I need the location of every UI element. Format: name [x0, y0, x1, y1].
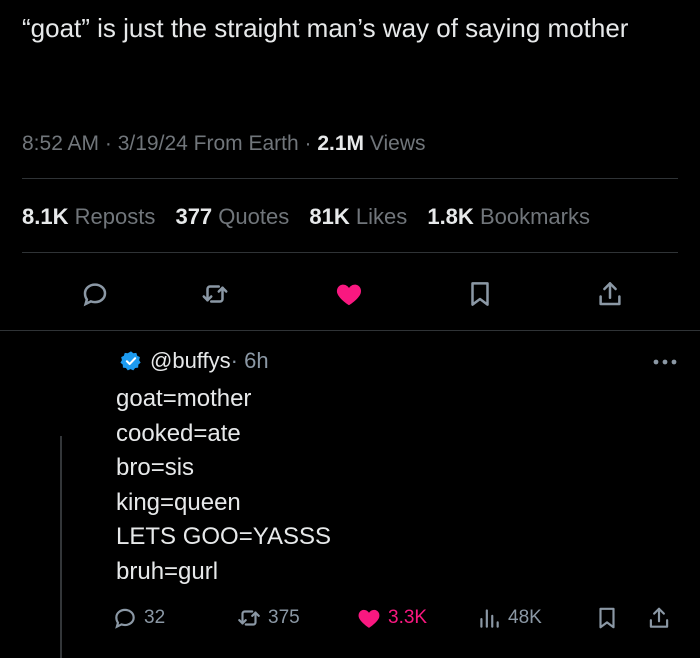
stat-reposts-count: 8.1K — [22, 204, 69, 229]
reply-views-button[interactable]: 48K — [476, 600, 542, 636]
stat-reposts-label: Reposts — [74, 204, 156, 229]
stat-quotes[interactable]: 377 Quotes — [175, 204, 295, 229]
bookmark-icon — [471, 282, 489, 306]
views-count: 2.1M — [317, 132, 365, 155]
bookmark-button[interactable] — [460, 272, 500, 316]
reply-icon — [115, 608, 135, 629]
tweet-text: “goat” is just the straight man’s way of… — [22, 13, 629, 43]
views-count: 48K — [508, 607, 542, 628]
reply-count: 32 — [144, 607, 166, 628]
stat-quotes-count: 377 — [175, 204, 213, 229]
reply-header: @buffys · 6h — [120, 348, 269, 374]
reply-text: goat=mother cooked=ate bro=sis king=quee… — [116, 382, 676, 589]
reply-button[interactable] — [75, 272, 115, 316]
stat-likes-count: 81K — [309, 204, 350, 229]
reply-line: cooked=ate — [116, 419, 241, 447]
more-button[interactable] — [648, 350, 682, 374]
stat-likes[interactable]: 81K Likes — [309, 204, 413, 229]
like-count: 3.3K — [388, 607, 428, 628]
reply-line: goat=mother — [116, 385, 252, 412]
stat-bookmarks-label: Bookmarks — [479, 204, 590, 229]
reply-like-button[interactable]: 3.3K — [356, 600, 427, 636]
stat-bookmarks[interactable]: 1.8K Bookmarks — [427, 204, 590, 229]
repost-button[interactable] — [195, 272, 235, 316]
repost-icon — [238, 610, 260, 626]
stat-likes-label: Likes — [355, 204, 408, 229]
reply-actions: 32 375 3.3K 48K — [0, 600, 700, 636]
like-button[interactable] — [329, 272, 369, 316]
share-button[interactable] — [590, 272, 630, 316]
reply-line: bruh=gurl — [116, 557, 219, 585]
share-icon — [599, 282, 621, 306]
more-icon — [653, 359, 677, 365]
stat-bookmarks-count: 1.8K — [427, 204, 474, 229]
repost-count: 375 — [268, 607, 300, 628]
reply-repost-button[interactable]: 375 — [236, 600, 300, 636]
divider — [22, 252, 678, 253]
share-icon — [649, 607, 669, 628]
tweet-time: 8:52 AM — [22, 132, 100, 155]
stat-quotes-label: Quotes — [218, 204, 290, 229]
reply-line: LETS GOO=YASSS — [116, 523, 331, 550]
reply-reply-button[interactable]: 32 — [112, 600, 165, 636]
stat-reposts[interactable]: 8.1K Reposts — [22, 204, 161, 229]
reply-line: king=queen — [116, 488, 241, 516]
reply-share-button[interactable] — [646, 600, 678, 636]
reply-icon — [83, 283, 107, 307]
reply-bookmark-button[interactable] — [594, 600, 626, 636]
reply-line: bro=sis — [116, 454, 195, 481]
bookmark-icon — [599, 607, 615, 629]
like-icon-filled — [336, 284, 362, 306]
like-icon-filled — [358, 609, 380, 628]
analytics-icon — [480, 609, 499, 628]
verified-badge-icon — [120, 351, 141, 371]
reply-time: · 6h — [230, 348, 269, 373]
tweet-meta: 8:52 AM · 3/19/24 From Earth · 2.1M View… — [22, 132, 426, 155]
tweet-date: 3/19/24 — [117, 132, 188, 155]
tweet-source[interactable]: From Earth — [194, 132, 299, 155]
views-label: Views — [369, 132, 426, 155]
engagement-stats: 8.1K Reposts 377 Quotes 81K Likes 1.8K B… — [22, 204, 604, 230]
divider — [22, 178, 678, 179]
repost-icon — [202, 285, 228, 303]
reply-handle[interactable]: @buffys — [150, 348, 231, 374]
tweet-actions — [0, 272, 700, 316]
divider — [0, 330, 700, 331]
